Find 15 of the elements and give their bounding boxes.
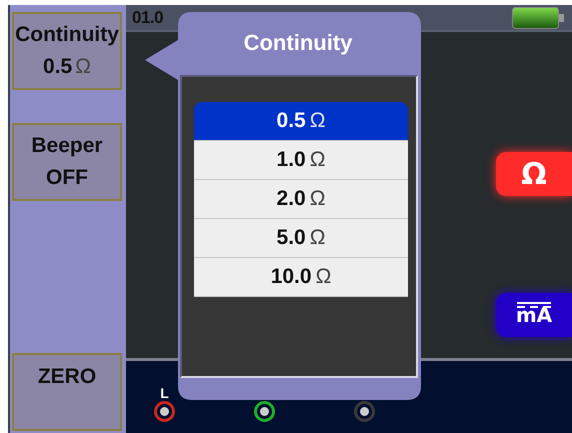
popup-title: Continuity xyxy=(244,29,352,57)
option-item[interactable]: 5.0 Ω xyxy=(194,219,408,258)
option-item[interactable]: 10.0 Ω xyxy=(194,258,408,297)
softkey-button[interactable]: Continuity 0.5Ω xyxy=(12,12,122,90)
option-item[interactable]: 1.0 Ω xyxy=(194,141,408,180)
terminal-label: L xyxy=(160,385,169,401)
dc-symbol-icon xyxy=(517,302,551,308)
option-item[interactable]: 0.5 Ω xyxy=(194,102,408,141)
battery-icon xyxy=(512,6,564,28)
date-time-text: 01.0 xyxy=(132,8,164,28)
mode-badge: Ω xyxy=(496,152,572,196)
softkey-button[interactable]: ZERO xyxy=(12,353,122,431)
softkey-button[interactable]: Beeper OFF xyxy=(12,123,122,201)
mode-badge: mA xyxy=(496,293,572,337)
option-item[interactable]: 2.0 Ω xyxy=(194,180,408,219)
